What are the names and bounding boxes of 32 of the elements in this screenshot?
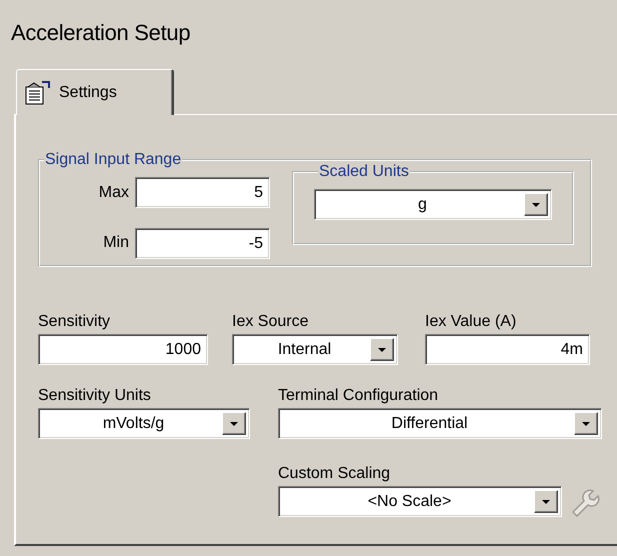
caret-icon xyxy=(582,422,590,426)
window-title: Acceleration Setup xyxy=(10,19,192,47)
dropdown[interactable]: Internal xyxy=(232,334,398,365)
settings-sheet-icon xyxy=(25,80,51,104)
field-label: Max xyxy=(98,184,129,202)
dropdown[interactable]: <No Scale> xyxy=(278,486,562,517)
dropdown-button[interactable] xyxy=(370,338,394,361)
field-label: Sensitivity Units xyxy=(38,387,152,405)
caret-icon xyxy=(230,422,238,426)
dropdown-button[interactable] xyxy=(524,193,548,216)
field-label: Iex Value (A) xyxy=(425,313,518,331)
input-field[interactable]: 5 xyxy=(135,177,270,208)
dropdown[interactable]: mVolts/g xyxy=(38,408,250,439)
field-label: Terminal Configuration xyxy=(278,387,440,405)
caret-icon xyxy=(378,348,386,352)
field-label: Sensitivity xyxy=(38,313,112,331)
group-title: Signal Input Range xyxy=(44,151,182,169)
group-title: Scaled Units xyxy=(318,163,410,181)
caret-icon xyxy=(532,202,540,206)
field-label: Custom Scaling xyxy=(278,465,392,483)
dropdown-button[interactable] xyxy=(222,412,246,435)
input-field[interactable]: 4m xyxy=(425,334,590,365)
input-field[interactable]: -5 xyxy=(135,228,270,259)
tab[interactable]: Settings xyxy=(16,69,174,115)
dropdown[interactable]: g xyxy=(314,189,552,220)
dropdown[interactable]: Differential xyxy=(278,408,602,439)
dropdown-button[interactable] xyxy=(534,490,558,513)
input-field[interactable]: 1000 xyxy=(38,334,208,365)
caret-icon xyxy=(542,500,550,504)
dropdown-button[interactable] xyxy=(574,412,598,435)
field-label: Min xyxy=(102,234,129,252)
field-label: Iex Source xyxy=(232,313,310,331)
